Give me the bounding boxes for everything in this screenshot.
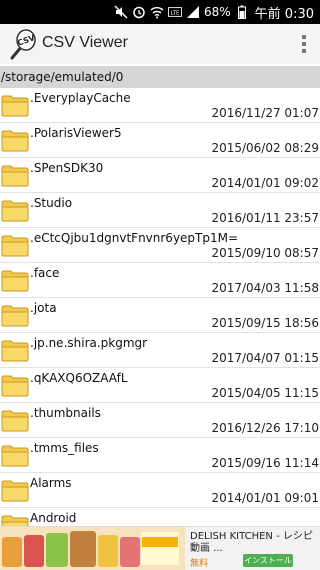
clock: 午前 0:30 <box>254 6 314 22</box>
file-date: 2015/09/15 18:56 <box>211 316 319 330</box>
folder-icon <box>1 340 29 362</box>
mute-icon <box>114 5 128 19</box>
svg-text:LTE: LTE <box>171 11 180 17</box>
current-path: /storage/emulated/0 <box>0 66 320 88</box>
ad-banner[interactable]: DELISH KITCHEN - レシピ動画 ... 無料 インストール <box>0 526 320 570</box>
file-date: 2017/04/03 11:58 <box>211 281 319 295</box>
file-name: .qKAXQ6OZAAfL <box>30 371 128 385</box>
file-date: 2015/09/10 08:57 <box>211 246 319 260</box>
file-name: .jp.ne.shira.pkgmgr <box>30 336 148 350</box>
volte-icon: LTE <box>168 5 182 19</box>
file-date: 2015/06/02 08:29 <box>211 141 319 155</box>
file-row[interactable]: Alarms 2014/01/01 09:01 <box>0 473 320 508</box>
file-name: .Studio <box>30 196 73 210</box>
file-row[interactable]: .face 2017/04/03 11:58 <box>0 263 320 298</box>
file-name: .thumbnails <box>30 406 101 420</box>
folder-icon <box>1 410 29 432</box>
file-name: .jota <box>30 301 57 315</box>
ad-install-button[interactable]: インストール <box>243 554 293 567</box>
folder-icon <box>1 515 29 526</box>
file-row[interactable]: .qKAXQ6OZAAfL 2015/04/05 11:15 <box>0 368 320 403</box>
folder-icon <box>1 375 29 397</box>
status-bar: LTE 68% 午前 0:30 <box>0 0 320 24</box>
file-row[interactable]: .jp.ne.shira.pkgmgr 2017/04/07 01:15 <box>0 333 320 368</box>
ad-image[interactable] <box>0 527 185 570</box>
file-date: 2014/01/01 09:02 <box>211 176 319 190</box>
folder-icon <box>1 165 29 187</box>
folder-icon <box>1 200 29 222</box>
food-images-icon <box>0 527 185 570</box>
app-title: CSV Viewer <box>42 34 128 51</box>
file-list: .EveryplayCache 2016/11/27 01:07 .PolarisV… <box>0 88 320 526</box>
app-bar: CSV CSV Viewer <box>0 24 320 64</box>
folder-icon <box>1 445 29 467</box>
status-icons: LTE 68% 午前 0:30 <box>114 3 314 22</box>
file-name: .SPenSDK30 <box>30 161 104 175</box>
file-date: 2016/11/27 01:07 <box>211 106 319 120</box>
file-row[interactable]: .Studio 2016/01/11 23:57 <box>0 193 320 228</box>
alarm-icon <box>132 5 146 19</box>
file-name: .eCtcQjbu1dgnvtFnvnr6yepTp1M= <box>30 231 239 245</box>
file-row[interactable]: .PolarisViewer5 2015/06/02 08:29 <box>0 123 320 158</box>
file-name: .tmms_files <box>30 441 99 455</box>
file-row[interactable]: .eCtcQjbu1dgnvtFnvnr6yepTp1M= 2015/09/10 … <box>0 228 320 263</box>
folder-icon <box>1 305 29 327</box>
wifi-icon <box>150 5 164 19</box>
file-name: .face <box>30 266 60 280</box>
file-name: Alarms <box>30 476 72 490</box>
signal-icon <box>186 5 200 19</box>
file-row[interactable]: .tmms_files 2015/09/16 11:14 <box>0 438 320 473</box>
battery-percent: 68% <box>204 5 231 19</box>
app-logo-icon: CSV <box>10 29 36 60</box>
folder-icon <box>1 235 29 257</box>
file-row[interactable]: Android <box>0 508 320 526</box>
file-name: .EveryplayCache <box>30 91 131 105</box>
file-date: 2014/01/01 09:01 <box>211 491 319 505</box>
folder-icon <box>1 480 29 502</box>
ad-price: 無料 <box>190 559 209 569</box>
file-row[interactable]: .thumbnails 2016/12/26 17:10 <box>0 403 320 438</box>
file-name: .PolarisViewer5 <box>30 126 122 140</box>
folder-icon <box>1 95 29 117</box>
file-date: 2015/09/16 11:14 <box>211 456 319 470</box>
file-date: 2015/04/05 11:15 <box>211 386 319 400</box>
folder-icon <box>1 130 29 152</box>
folder-icon <box>1 270 29 292</box>
file-row[interactable]: .jota 2015/09/15 18:56 <box>0 298 320 333</box>
battery-icon <box>235 5 249 19</box>
ad-title[interactable]: DELISH KITCHEN - レシピ動画 ... <box>190 531 316 555</box>
overflow-menu-icon[interactable] <box>300 34 308 54</box>
file-name: Android <box>30 511 77 525</box>
file-row[interactable]: .SPenSDK30 2014/01/01 09:02 <box>0 158 320 193</box>
file-row[interactable]: .EveryplayCache 2016/11/27 01:07 <box>0 88 320 123</box>
file-date: 2016/12/26 17:10 <box>211 421 319 435</box>
file-date: 2016/01/11 23:57 <box>211 211 319 225</box>
file-date: 2017/04/07 01:15 <box>211 351 319 365</box>
